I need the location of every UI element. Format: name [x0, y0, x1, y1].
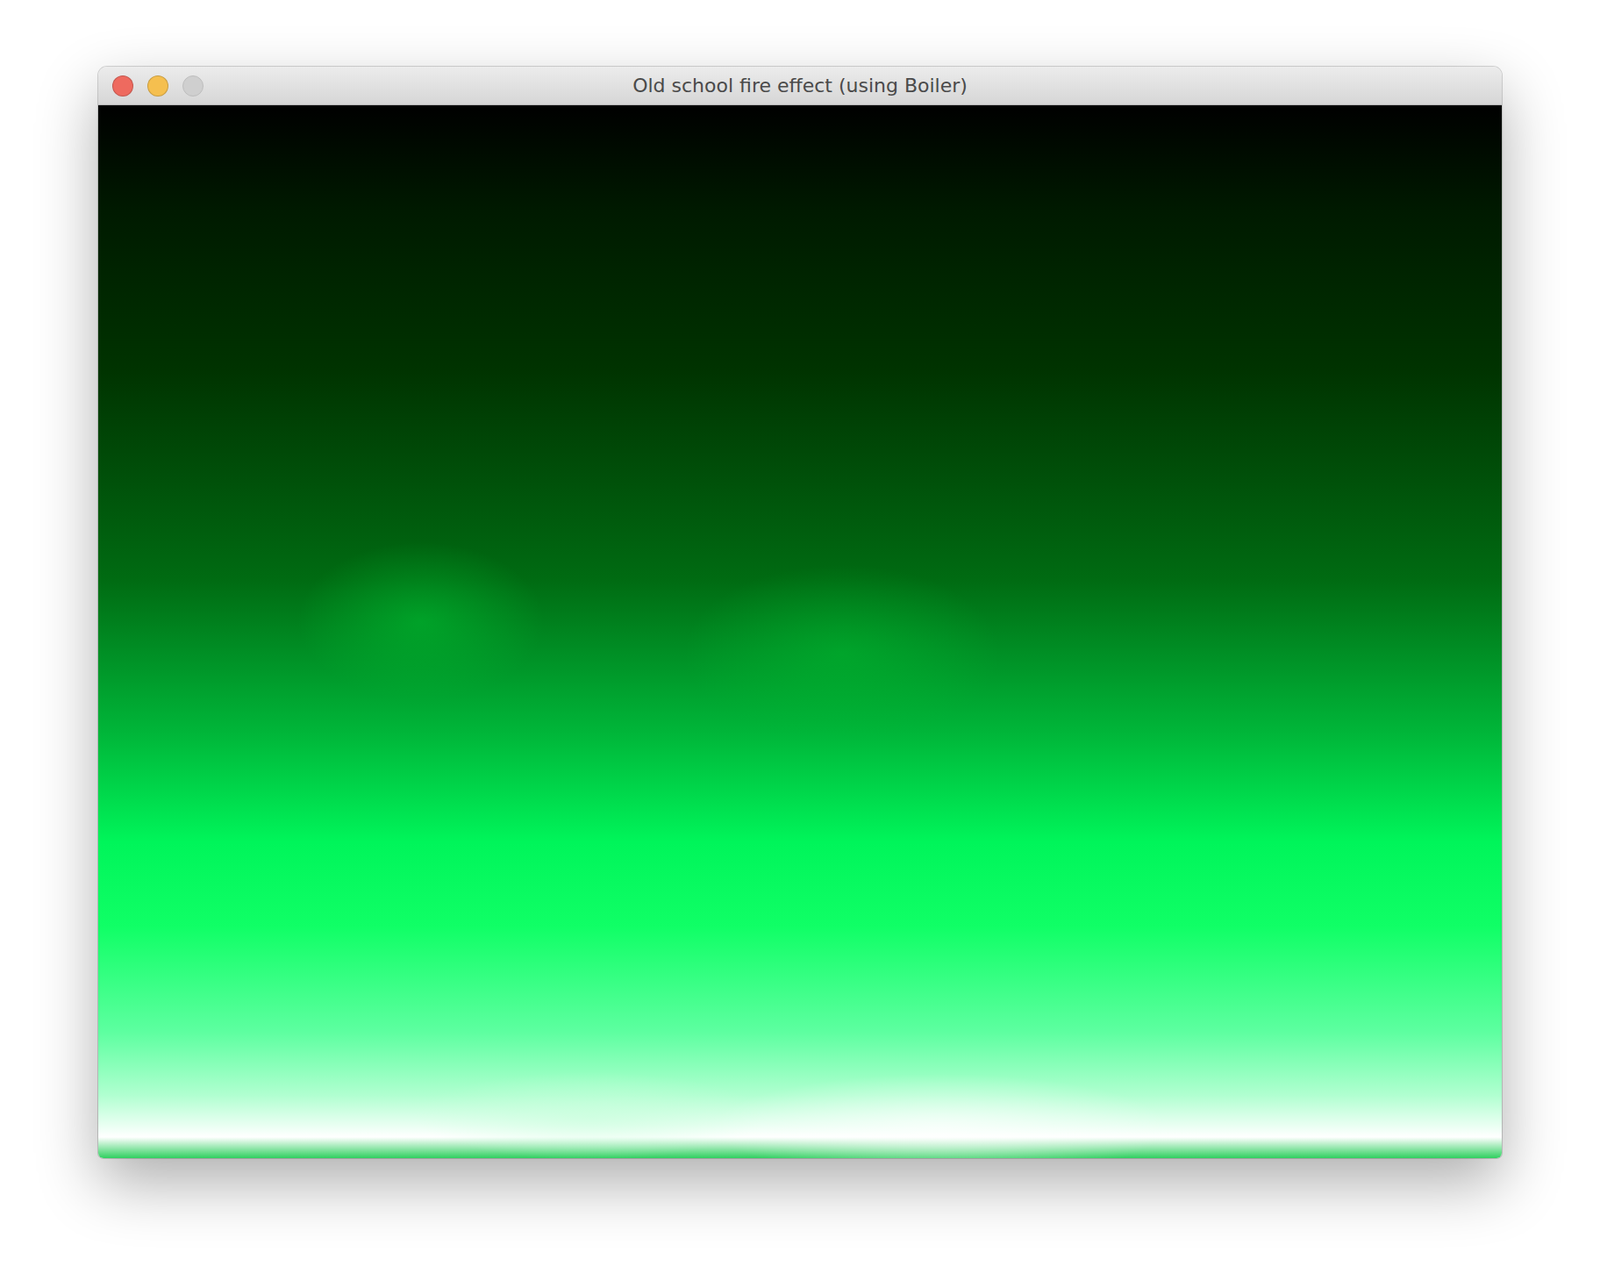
desktop: Old school fire effect (using Boiler) — [0, 0, 1600, 1288]
minimize-button[interactable] — [147, 75, 169, 97]
fire-canvas — [98, 105, 1502, 1158]
window-controls — [112, 75, 218, 97]
close-button[interactable] — [112, 75, 134, 97]
zoom-button — [182, 75, 204, 97]
window-title: Old school fire effect (using Boiler) — [217, 74, 1383, 97]
title-bar[interactable]: Old school fire effect (using Boiler) — [98, 66, 1502, 106]
app-window: Old school fire effect (using Boiler) — [98, 66, 1502, 1158]
